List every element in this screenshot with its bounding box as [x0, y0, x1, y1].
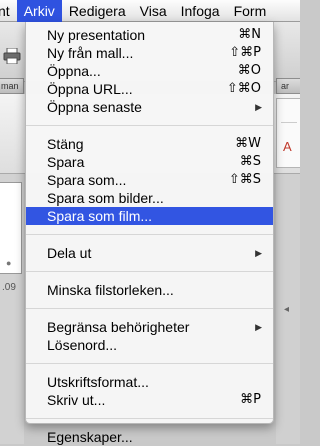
submenu-arrow-icon: ▶	[255, 248, 262, 258]
slide-marker-icon: ●	[6, 258, 12, 268]
menu-item-password[interactable]: Lösenord...	[26, 336, 273, 354]
menu-item-print[interactable]: Skriv ut... ⌘P	[26, 391, 273, 409]
menu-item-label: Öppna...	[47, 63, 101, 79]
menu-item-label: Lösenord...	[47, 337, 118, 353]
shortcut-label: ⌘P	[240, 392, 261, 407]
slide-number: .09	[2, 282, 16, 293]
menu-bar: nt Arkiv Redigera Visa Infoga Form	[0, 0, 300, 22]
shortcut-label: ⇧⌘O	[226, 81, 261, 96]
menu-item-label: Spara som...	[47, 172, 127, 188]
field-box[interactable]	[281, 109, 297, 123]
menu-item-label: Spara som bilder...	[47, 190, 164, 206]
menu-item-label: Spara som film...	[47, 208, 153, 224]
menu-item-open-url[interactable]: Öppna URL... ⇧⌘O	[26, 80, 273, 98]
ribbon-tab-right[interactable]: ar	[276, 78, 300, 94]
menu-item-open-recent[interactable]: Öppna senaste ▶	[26, 98, 273, 116]
menu-item-new-presentation[interactable]: Ny presentation ⌘N	[26, 26, 273, 44]
shortcut-label: ⌘W	[235, 136, 261, 151]
shortcut-label: ⌘S	[239, 154, 261, 169]
menu-item-label: Dela ut	[47, 245, 92, 261]
submenu-arrow-icon: ▶	[255, 322, 262, 332]
menu-item-save[interactable]: Spara ⌘S	[26, 153, 273, 171]
menu-item-close[interactable]: Stäng ⌘W	[26, 135, 273, 153]
menu-separator	[26, 418, 273, 419]
menu-separator	[26, 234, 273, 235]
menu-item-label: Stäng	[47, 136, 84, 152]
menubar-item-arkiv[interactable]: Arkiv	[16, 0, 62, 22]
menu-item-label: Skriv ut...	[47, 392, 106, 408]
menubar-item-infoga[interactable]: Infoga	[174, 0, 227, 22]
shortcut-label: ⌘N	[238, 27, 261, 42]
menubar-item-visa[interactable]: Visa	[133, 0, 174, 22]
menu-item-save-as-pictures[interactable]: Spara som bilder...	[26, 189, 273, 207]
menubar-item-app[interactable]: nt	[0, 0, 17, 22]
file-menu: Ny presentation ⌘N Ny från mall... ⇧⌘P Ö…	[25, 22, 274, 445]
menu-item-label: Utskriftsformat...	[47, 374, 149, 390]
menu-item-save-as[interactable]: Spara som... ⇧⌘S	[26, 171, 273, 189]
menu-separator	[26, 271, 273, 272]
menu-item-reduce-file-size[interactable]: Minska filstorleken...	[26, 281, 273, 299]
ribbon-format-panel: A	[276, 98, 300, 168]
menu-item-save-as-movie[interactable]: Spara som film...	[26, 207, 273, 225]
menu-item-restrict-permissions[interactable]: Begränsa behörigheter ▶	[26, 318, 273, 336]
menubar-item-format[interactable]: Form	[227, 0, 274, 22]
shortcut-label: ⌘O	[237, 63, 261, 78]
menu-item-label: Öppna senaste	[47, 99, 142, 115]
right-panel: ◂	[276, 174, 300, 444]
menu-item-label: Spara	[47, 154, 85, 170]
submenu-arrow-icon: ▶	[255, 102, 262, 112]
menu-item-share[interactable]: Dela ut ▶	[26, 244, 273, 262]
menu-item-label: Begränsa behörigheter	[47, 319, 190, 335]
menu-item-properties[interactable]: Egenskaper...	[26, 428, 273, 446]
ribbon-tab-left[interactable]: man	[0, 78, 24, 94]
menu-separator	[26, 125, 273, 126]
chevron-icon: ◂	[284, 304, 290, 315]
menu-item-label: Egenskaper...	[47, 429, 133, 445]
menubar-item-redigera[interactable]: Redigera	[62, 0, 133, 22]
shortcut-label: ⇧⌘S	[228, 172, 261, 187]
menu-item-label: Minska filstorleken...	[47, 282, 174, 298]
menu-item-page-setup[interactable]: Utskriftsformat...	[26, 373, 273, 391]
menu-separator	[26, 363, 273, 364]
menu-separator	[26, 308, 273, 309]
menu-item-label: Öppna URL...	[47, 81, 133, 97]
menu-item-label: Ny från mall...	[47, 45, 134, 61]
menu-item-label: Ny presentation	[47, 27, 146, 43]
menu-item-new-from-template[interactable]: Ny från mall... ⇧⌘P	[26, 44, 273, 62]
font-color-icon[interactable]: A	[283, 139, 292, 154]
shortcut-label: ⇧⌘P	[229, 45, 261, 60]
printer-icon[interactable]	[3, 48, 21, 64]
menu-item-open[interactable]: Öppna... ⌘O	[26, 62, 273, 80]
